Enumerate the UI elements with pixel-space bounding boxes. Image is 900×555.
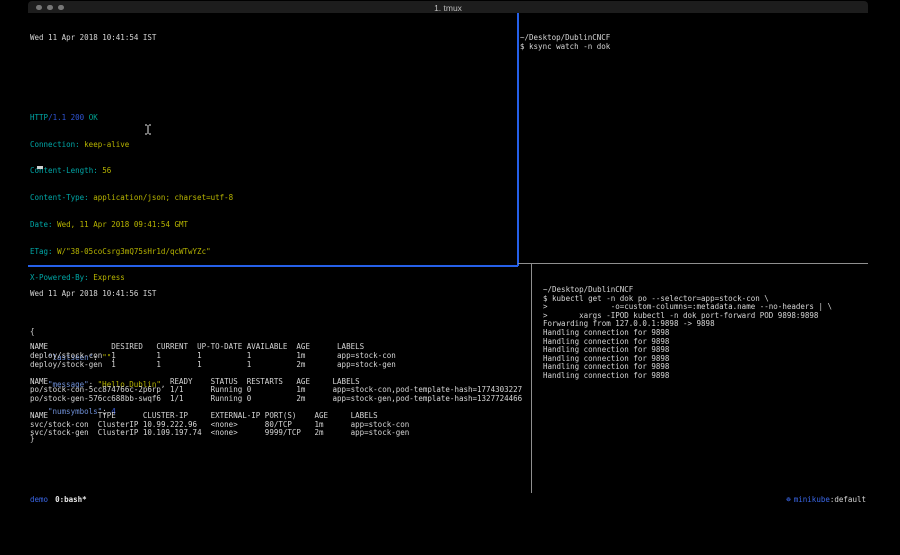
blank-line — [30, 61, 514, 70]
http-proto: HTTP — [30, 113, 48, 122]
pane-divider-vertical-top[interactable] — [517, 13, 519, 266]
terminal-window: 1. tmux Wed 11 Apr 2018 10:41:54 IST HTT… — [28, 1, 868, 507]
status-window-item[interactable]: 0:bash* — [55, 494, 87, 506]
status-left: demo 0:bash* — [30, 494, 87, 506]
window-titlebar[interactable]: 1. tmux — [28, 1, 868, 13]
kubectl-tables: NAME DESIRED CURRENT UP-TO-DATE AVAILABL… — [30, 343, 530, 438]
terminal-text: ~/Desktop/DublinCNCF $ kubectl get -n do… — [543, 286, 865, 381]
pane-kubectl-get[interactable]: Wed 11 Apr 2018 10:41:56 IST NAME DESIRE… — [30, 272, 530, 456]
http-header-line: Date:Wed, 11 Apr 2018 09:41:54 GMT — [30, 221, 514, 230]
pane-divider-horizontal-left[interactable] — [28, 265, 518, 267]
http-header-line: Content-Length:56 — [30, 167, 514, 176]
blank-line — [30, 87, 514, 96]
http-status-line: HTTP/1.1 200 OK — [30, 114, 514, 123]
pane-divider-horizontal-right[interactable] — [518, 263, 868, 264]
session-name: demo — [30, 494, 48, 506]
kube-context: minikube — [794, 494, 830, 506]
kubernetes-helm-icon: ☸ — [786, 494, 791, 506]
pane-divider-vertical-bottom[interactable] — [531, 263, 532, 493]
status-right: ☸ minikube :default — [786, 494, 866, 506]
http-version-status: /1.1 200 — [48, 113, 84, 122]
terminal-cursor — [37, 166, 43, 169]
timestamp-line: Wed 11 Apr 2018 10:41:56 IST — [30, 290, 530, 299]
http-header-line: Connection:keep-alive — [30, 141, 514, 150]
text-cursor-pointer — [144, 124, 152, 135]
window-title: 1. tmux — [28, 3, 868, 13]
http-header-line: ETag:W/"38-05coCsrg3mQ75sHr1d/qcWTwYZc" — [30, 248, 514, 257]
blank-line — [30, 317, 530, 326]
terminal-text: ~/Desktop/DublinCNCF $ ksync watch -n do… — [520, 34, 864, 51]
pane-ksync[interactable]: ~/Desktop/DublinCNCF $ ksync watch -n do… — [520, 16, 864, 69]
http-header-line: Content-Type:application/json; charset=u… — [30, 194, 514, 203]
http-reason: OK — [84, 113, 98, 122]
timestamp-line: Wed 11 Apr 2018 10:41:54 IST — [30, 34, 514, 43]
tmux-status-bar: demo 0:bash* ☸ minikube :default — [30, 494, 866, 506]
screen-background: 1. tmux Wed 11 Apr 2018 10:41:54 IST HTT… — [0, 0, 900, 555]
pane-port-forward[interactable]: ~/Desktop/DublinCNCF $ kubectl get -n do… — [543, 268, 865, 399]
kube-namespace: :default — [830, 494, 866, 506]
